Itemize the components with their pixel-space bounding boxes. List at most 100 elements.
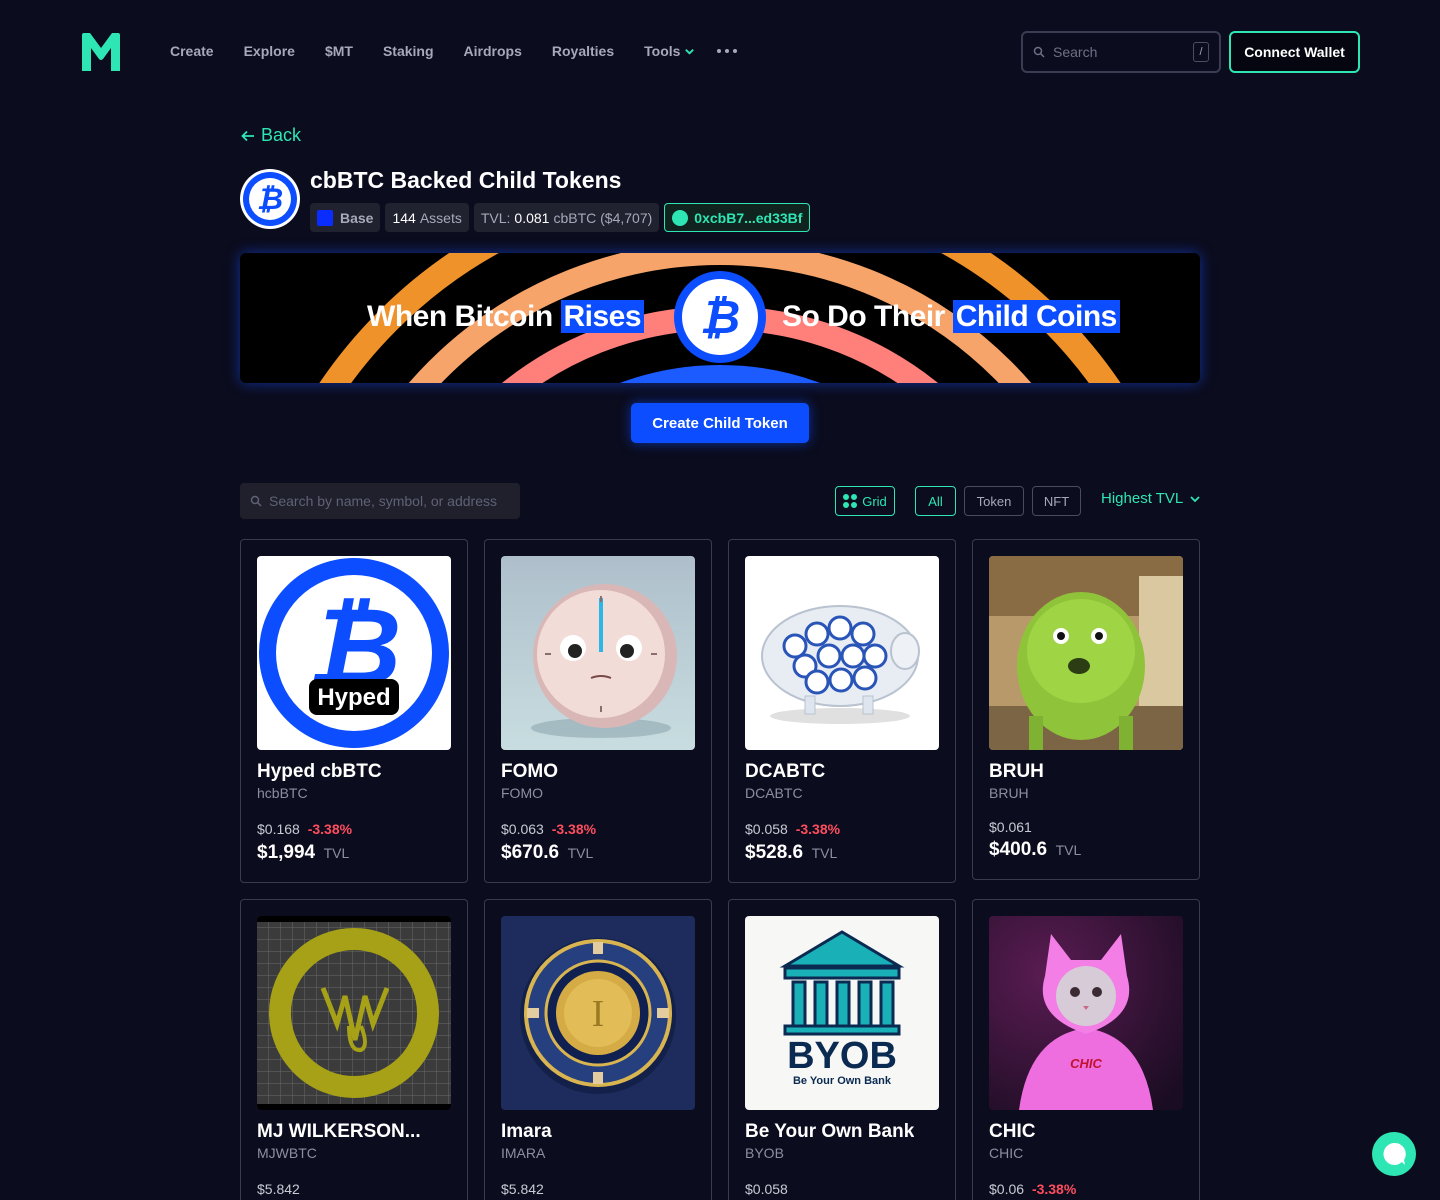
grid-label: Grid [862, 493, 887, 509]
token-card[interactable]: MJ WILKERSON... MJWBTC $5.842 [240, 899, 468, 1200]
more-dot-icon [725, 49, 730, 53]
token-image [257, 916, 451, 1110]
banner-right-plain: So Do Their [782, 300, 945, 333]
token-card[interactable]: CHIC CHIC CHIC $0.06 -3.38% [972, 899, 1200, 1200]
tvl-row: $528.6 TVL [745, 842, 837, 864]
token-price: $0.061 [989, 819, 1032, 835]
byob-bank-image: BYOB Be Your Own Bank [745, 916, 939, 1110]
tvl-row: $1,994 TVL [257, 842, 349, 864]
token-symbol: hcbBTC [257, 785, 308, 801]
price-row: $5.842 [257, 1181, 300, 1197]
hyped-bitcoin-image: ₿ Hyped [257, 556, 451, 750]
token-image [501, 556, 695, 750]
chevron-down-icon [685, 48, 695, 55]
token-image [745, 556, 939, 750]
more-menu-button[interactable] [717, 40, 738, 62]
token-image: BYOB Be Your Own Bank [745, 916, 939, 1110]
tvl-row: $670.6 TVL [501, 842, 593, 864]
token-price: $0.058 [745, 1181, 788, 1197]
token-image: CHIC [989, 916, 1183, 1110]
tvl-label: TVL [567, 845, 594, 861]
nav-tools-label: Tools [644, 43, 681, 59]
token-card[interactable]: BRUH BRUH $0.061 $400.6 TVL [972, 539, 1200, 880]
price-row: $0.06 -3.38% [989, 1181, 1076, 1197]
banner-left-text: When Bitcoin Rises [367, 300, 645, 334]
nav-royalties[interactable]: Royalties [552, 40, 614, 62]
tvl-label: TVL [323, 845, 350, 861]
logo-icon[interactable] [80, 31, 122, 73]
tvl-unit: cbBTC ($4,707) [553, 209, 653, 226]
nav-create[interactable]: Create [170, 40, 214, 62]
token-name: Be Your Own Bank [745, 1121, 915, 1142]
token-symbol: DCABTC [745, 785, 803, 801]
price-change: -3.38% [551, 821, 597, 837]
token-name: Hyped cbBTC [257, 761, 382, 782]
banner-left-plain: When Bitcoin [367, 300, 553, 333]
price-row: $0.063 -3.38% [501, 821, 596, 837]
tvl-label: TVL: [480, 209, 511, 226]
token-search-input[interactable] [269, 493, 509, 509]
nav-tools[interactable]: Tools [644, 40, 695, 62]
thumb-text: Hyped [317, 684, 390, 711]
thumb-subtext: Be Your Own Bank [793, 1075, 892, 1087]
token-card[interactable]: DCABTC DCABTC $0.058 -3.38% $528.6 TVL [728, 539, 956, 883]
filter-nft[interactable]: NFT [1032, 486, 1081, 516]
token-card[interactable]: FOMO FOMO $0.063 -3.38% $670.6 TVL [484, 539, 712, 883]
token-tvl: $400.6 [989, 839, 1048, 860]
chic-cat-image: CHIC [989, 916, 1183, 1110]
token-price: $0.168 [257, 821, 300, 837]
nav-staking[interactable]: Staking [383, 40, 434, 62]
thumb-text: CHIC [1070, 1056, 1102, 1071]
price-row: $5.842 [501, 1181, 544, 1197]
search-shortcut-key: / [1193, 42, 1209, 62]
token-tvl: $670.6 [501, 842, 560, 863]
token-name: MJ WILKERSON... [257, 1121, 421, 1142]
banner-right-highlight: Child Coins [952, 300, 1120, 333]
nav-airdrops[interactable]: Airdrops [464, 40, 522, 62]
chain-badge[interactable]: Base [310, 203, 381, 232]
token-card[interactable]: ₿ Hyped Hyped cbBTC hcbBTC $0.168 -3.38%… [240, 539, 468, 883]
banner-bitcoin-icon: ₿ [674, 271, 766, 363]
token-card[interactable]: BYOB Be Your Own Bank Be Your Own Bank B… [728, 899, 956, 1200]
collection-meta: Base 144 Assets TVL: 0.081 cbBTC ($4,707… [310, 203, 811, 232]
tvl-badge: TVL: 0.081 cbBTC ($4,707) [473, 203, 660, 232]
tvl-value: 0.081 [514, 209, 550, 226]
token-card[interactable]: I Imara IMARA $5.842 [484, 899, 712, 1200]
filter-token[interactable]: Token [964, 486, 1024, 516]
assets-badge: 144 Assets [385, 203, 469, 232]
search-icon [1033, 46, 1045, 58]
fomo-clock-image [501, 556, 695, 750]
thumb-text: I [592, 993, 605, 1035]
token-symbol: MJWBTC [257, 1145, 317, 1161]
nav-explore[interactable]: Explore [244, 40, 295, 62]
price-change: -3.38% [795, 821, 841, 837]
global-search-input[interactable] [1053, 44, 1185, 60]
support-chat-button[interactable] [1372, 1132, 1416, 1176]
back-link[interactable]: Back [240, 125, 301, 146]
banner-coin-inner: ₿ [682, 279, 758, 355]
token-symbol: FOMO [501, 785, 543, 801]
contract-address-link[interactable]: 0xcbB7...ed33Bf [664, 203, 811, 232]
svg-text:₿: ₿ [700, 291, 740, 343]
chevron-down-icon [1190, 495, 1200, 502]
token-price: $0.06 [989, 1181, 1025, 1197]
grid-view-toggle[interactable]: Grid [835, 486, 895, 516]
token-name: BRUH [989, 761, 1044, 782]
price-row: $0.168 -3.38% [257, 821, 352, 837]
nav-mt[interactable]: $MT [325, 40, 353, 62]
grid-icon [843, 494, 858, 508]
token-symbol: IMARA [501, 1145, 546, 1161]
tvl-label: TVL [811, 845, 838, 861]
bitcoin-logo-icon: ₿ [243, 172, 297, 226]
price-row: $0.058 -3.38% [745, 821, 840, 837]
connect-wallet-button[interactable]: Connect Wallet [1229, 31, 1360, 73]
tvl-label: TVL [1055, 842, 1082, 858]
token-image: ₿ Hyped [257, 556, 451, 750]
filter-all[interactable]: All [915, 486, 956, 516]
token-search [240, 483, 520, 519]
create-child-token-button[interactable]: Create Child Token [631, 403, 809, 443]
token-symbol: BYOB [745, 1145, 784, 1161]
token-name: CHIC [989, 1121, 1036, 1142]
arrow-left-icon [241, 130, 254, 141]
sort-dropdown[interactable]: Highest TVL [1101, 490, 1201, 507]
